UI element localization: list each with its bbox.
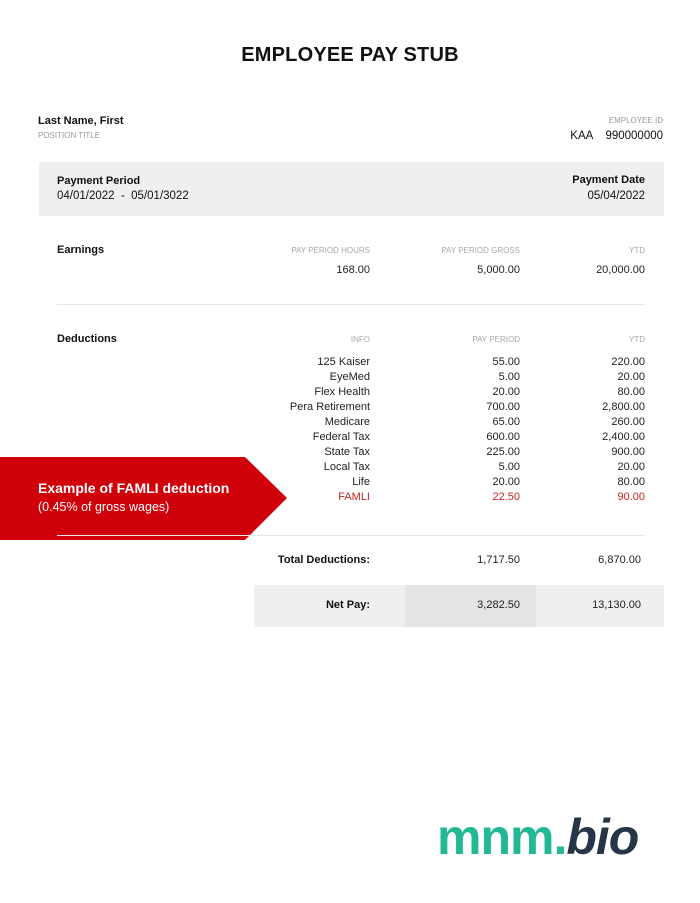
deduction-period: 65.00 bbox=[492, 416, 520, 428]
section-divider bbox=[57, 535, 645, 536]
net-pay-period: 3,282.50 bbox=[477, 599, 520, 611]
deduction-row-federal-tax: Federal Tax 600.00 2,400.00 bbox=[230, 430, 645, 445]
payment-period-label: Payment Period bbox=[57, 175, 141, 187]
deduction-row-medicare: Medicare 65.00 260.00 bbox=[230, 415, 645, 430]
deduction-row-kaiser: 125 Kaiser 55.00 220.00 bbox=[230, 355, 645, 370]
position-title: POSITION TITLE bbox=[38, 131, 101, 140]
payment-period-value: 04/01/2022 - 05/01/3022 bbox=[57, 190, 189, 202]
deduction-row-local-tax: Local Tax 5.00 20.00 bbox=[230, 460, 645, 475]
deduction-row-pera-retirement: Pera Retirement 700.00 2,800.00 bbox=[230, 400, 645, 415]
deduction-row-eyemed: EyeMed 5.00 20.00 bbox=[230, 370, 645, 385]
deduction-info: State Tax bbox=[324, 446, 370, 458]
deduction-period: 225.00 bbox=[486, 446, 520, 458]
callout-title: Example of FAMLI deduction bbox=[38, 480, 230, 496]
logo-part-1: mnm. bbox=[437, 809, 567, 865]
deduction-info: Life bbox=[352, 476, 370, 488]
earnings-header-gross: PAY PERIOD GROSS bbox=[441, 246, 520, 255]
earnings-hours-value: 168.00 bbox=[336, 264, 370, 276]
deductions-header-period: PAY PERIOD bbox=[472, 335, 520, 344]
deduction-info: Flex Health bbox=[314, 386, 370, 398]
deduction-period: 5.00 bbox=[498, 371, 520, 383]
payment-period-panel bbox=[39, 162, 664, 216]
deduction-ytd: 2,400.00 bbox=[602, 431, 645, 443]
employee-name: Last Name, First bbox=[38, 115, 124, 127]
deduction-row-state-tax: State Tax 225.00 900.00 bbox=[230, 445, 645, 460]
deduction-row-famli: FAMLI 22.50 90.00 bbox=[230, 490, 645, 505]
deduction-period: 700.00 bbox=[486, 401, 520, 413]
deduction-info: 125 Kaiser bbox=[317, 356, 370, 368]
employee-id-value: KAA 990000000 bbox=[570, 130, 663, 142]
net-pay-ytd: 13,130.00 bbox=[592, 599, 641, 611]
deduction-period: 600.00 bbox=[486, 431, 520, 443]
deduction-ytd: 20.00 bbox=[617, 461, 645, 473]
deductions-header-ytd: YTD bbox=[629, 335, 645, 344]
payment-date-label: Payment Date bbox=[572, 174, 645, 186]
earnings-gross-value: 5,000.00 bbox=[477, 264, 520, 276]
deductions-list: 125 Kaiser 55.00 220.00 EyeMed 5.00 20.0… bbox=[230, 355, 645, 505]
page-title: EMPLOYEE PAY STUB bbox=[241, 44, 459, 66]
deduction-info: EyeMed bbox=[329, 371, 370, 383]
earnings-ytd-value: 20,000.00 bbox=[596, 264, 645, 276]
earnings-header-ytd: YTD bbox=[629, 246, 645, 255]
mnm-bio-logo: mnm.bio bbox=[437, 808, 639, 866]
logo-part-2: bio bbox=[566, 809, 639, 865]
earnings-label: Earnings bbox=[57, 244, 105, 256]
payment-date-value: 05/04/2022 bbox=[587, 190, 645, 202]
deduction-info: FAMLI bbox=[338, 491, 370, 503]
deduction-row-flex-health: Flex Health 20.00 80.00 bbox=[230, 385, 645, 400]
net-pay-label: Net Pay: bbox=[325, 599, 370, 611]
deduction-ytd: 260.00 bbox=[611, 416, 645, 428]
deduction-ytd: 90.00 bbox=[617, 491, 645, 503]
deduction-ytd: 80.00 bbox=[617, 386, 645, 398]
deduction-info: Medicare bbox=[324, 416, 370, 428]
total-deductions-ytd: 6,870.00 bbox=[598, 554, 641, 566]
deduction-ytd: 2,800.00 bbox=[602, 401, 645, 413]
section-divider bbox=[57, 304, 645, 305]
deduction-info: Pera Retirement bbox=[289, 401, 370, 413]
deduction-ytd: 20.00 bbox=[617, 371, 645, 383]
deduction-period: 20.00 bbox=[492, 386, 520, 398]
deduction-ytd: 80.00 bbox=[617, 476, 645, 488]
deductions-label: Deductions bbox=[57, 333, 117, 345]
deduction-period: 22.50 bbox=[492, 491, 520, 503]
earnings-header-hours: PAY PERIOD HOURS bbox=[291, 246, 370, 255]
deduction-ytd: 220.00 bbox=[611, 356, 645, 368]
deduction-period: 55.00 bbox=[492, 356, 520, 368]
callout-subtitle: (0.45% of gross wages) bbox=[38, 500, 170, 514]
total-deductions-label: Total Deductions: bbox=[277, 554, 370, 566]
total-deductions-period: 1,717.50 bbox=[477, 554, 520, 566]
famli-callout-arrow bbox=[0, 457, 287, 540]
deductions-header-info: INFO bbox=[350, 335, 370, 344]
deduction-info: Federal Tax bbox=[312, 431, 370, 443]
deduction-row-life: Life 20.00 80.00 bbox=[230, 475, 645, 490]
deduction-period: 5.00 bbox=[498, 461, 520, 473]
deduction-period: 20.00 bbox=[492, 476, 520, 488]
employee-id-label: EMPLOYEE ID bbox=[608, 116, 663, 125]
deduction-ytd: 900.00 bbox=[611, 446, 645, 458]
deduction-info: Local Tax bbox=[323, 461, 370, 473]
